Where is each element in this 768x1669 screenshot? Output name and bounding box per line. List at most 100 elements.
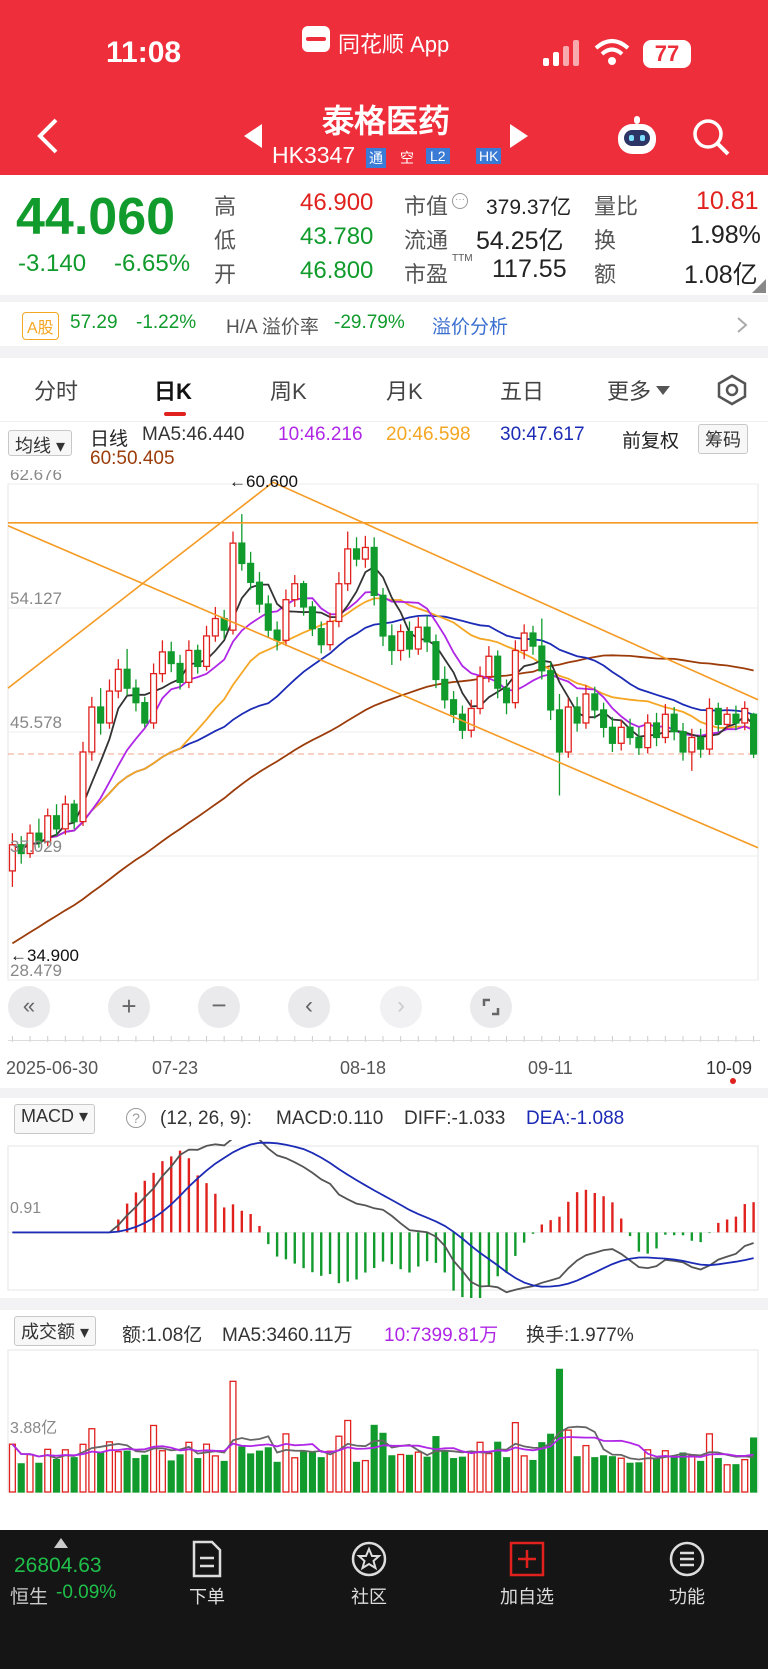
community-button[interactable]: 社区 [314, 1540, 424, 1609]
macd-dropdown[interactable]: MACD ▾ [14, 1104, 96, 1134]
ah-premium-bar[interactable]: A股 57.29 -1.22% H/A 溢价率 -29.79% 溢价分析 [0, 302, 768, 346]
divider [0, 346, 768, 358]
candle-up [344, 548, 352, 585]
date-ticks [11, 1036, 755, 1042]
candle-down [608, 726, 616, 744]
candle-down [388, 635, 396, 652]
candle-up [282, 599, 290, 641]
zoom-out-icon[interactable]: − [198, 986, 240, 1028]
candle-up [520, 632, 528, 652]
premium-analysis-link[interactable]: 溢价分析 [432, 312, 508, 339]
badge-connect: 通 [366, 148, 386, 168]
search-icon[interactable] [692, 118, 732, 158]
pe-value: 117.55 [492, 255, 567, 283]
volume-bar-down [70, 1457, 78, 1493]
volume-bar-down [132, 1458, 140, 1493]
y-axis-label: 62.676 [10, 470, 62, 484]
tab-weekly-k[interactable]: 周K [270, 374, 307, 406]
chips-button[interactable]: 筹码 [698, 424, 748, 454]
candle-down [714, 707, 722, 726]
volume-bar-down [300, 1451, 308, 1493]
volume-bar-up [688, 1454, 696, 1493]
adjust-label[interactable]: 前复权 [622, 426, 679, 453]
candle-up [688, 736, 696, 753]
volume-bar-down [670, 1455, 678, 1493]
ma30-value: 30:47.617 [500, 424, 585, 445]
candle-down [194, 649, 202, 668]
candle-up [467, 707, 475, 731]
volume-bar-down [538, 1442, 546, 1493]
volume-bar-down [635, 1462, 643, 1493]
candle-down [176, 662, 184, 684]
volume-dropdown[interactable]: 成交额 ▾ [14, 1316, 97, 1346]
tab-daily-k[interactable]: 日K [154, 374, 192, 406]
kline-chart[interactable]: 62.67654.12745.57837.02928.479 [0, 470, 768, 1070]
add-watchlist-button[interactable]: 加自选 [472, 1540, 582, 1609]
candle-up [114, 668, 122, 692]
volume-bar-down [167, 1460, 175, 1493]
candle-down [450, 699, 458, 715]
premium-value: -29.79% [334, 312, 405, 333]
amount-label: 额 [594, 262, 617, 287]
x-date-5: 10-09 [706, 1058, 753, 1078]
open-value: 46.800 [300, 257, 374, 284]
tab-more[interactable]: 更多 [607, 374, 651, 406]
candle-up [397, 630, 405, 652]
candle-down [652, 722, 661, 739]
expand-corner-icon[interactable] [752, 279, 766, 293]
index-change: -0.09% [56, 1582, 117, 1603]
stock-name: 泰格医药 [322, 103, 451, 139]
tab-intraday[interactable]: 分时 [34, 374, 78, 406]
functions-button[interactable]: 功能 [632, 1540, 742, 1609]
info-icon[interactable]: ··· [452, 193, 468, 209]
volume-bar-down [405, 1454, 414, 1493]
volume-bar-down [432, 1436, 440, 1493]
candle-up [150, 673, 158, 724]
zoom-in-icon[interactable]: + [108, 986, 150, 1028]
volume-y-tick: 3.88亿 [10, 1420, 58, 1437]
next-stock-icon[interactable] [508, 124, 528, 148]
divider [0, 1088, 768, 1098]
source-app-name: 同花顺 App [338, 32, 450, 57]
volume-bar-up [150, 1424, 158, 1493]
mcap-label: 市值 [404, 194, 449, 219]
volume-bar-down [388, 1455, 396, 1493]
volume-bar-up [335, 1435, 343, 1493]
bottom-dock: 26804.63 恒生 -0.09% 下单 社区 加自选 功能 [0, 1530, 768, 1669]
candle-down [432, 641, 440, 681]
order-button[interactable]: 下单 [152, 1540, 262, 1609]
candle-down [379, 594, 387, 637]
volume-bar-down [273, 1461, 281, 1493]
ma-dropdown[interactable]: 均线 ▾ [8, 430, 73, 456]
volume-bar-down [697, 1460, 705, 1493]
collapse-left-icon[interactable]: « [8, 986, 50, 1028]
candle-up [185, 649, 193, 684]
low-value: 43.780 [300, 223, 374, 250]
candle-down [317, 628, 325, 646]
volume-bar-down [679, 1452, 687, 1493]
back-icon[interactable] [36, 118, 60, 154]
document-icon [192, 1540, 222, 1578]
candle-down [573, 706, 581, 724]
tab-monthly-k[interactable]: 月K [386, 374, 423, 406]
settings-hexagon-icon[interactable] [716, 374, 748, 406]
volume-bar-down [652, 1457, 661, 1493]
robot-assistant-icon[interactable] [616, 116, 658, 156]
candle-down [697, 736, 705, 750]
scroll-left-icon[interactable]: ‹ [288, 986, 330, 1028]
period-tabs: 分时 日K 周K 月K 五日 更多 [0, 358, 768, 422]
candle-down [220, 617, 228, 631]
caret-up-icon[interactable] [54, 1538, 68, 1548]
caret-down-icon [656, 386, 670, 395]
vol-ratio-value: 10.81 [696, 187, 759, 215]
fullscreen-icon[interactable] [470, 986, 512, 1028]
scroll-right-icon[interactable]: › [380, 986, 422, 1028]
tab-five-day[interactable]: 五日 [500, 374, 544, 406]
volume-bar-up [520, 1455, 528, 1493]
low-marker: ←34.900 [10, 946, 79, 965]
help-icon[interactable]: ? [126, 1108, 146, 1128]
index-value[interactable]: 26804.63 [14, 1554, 102, 1578]
prev-stock-icon[interactable] [244, 124, 264, 148]
candle-down [441, 678, 449, 701]
macd-y-tick: 0.91 [10, 1200, 42, 1217]
